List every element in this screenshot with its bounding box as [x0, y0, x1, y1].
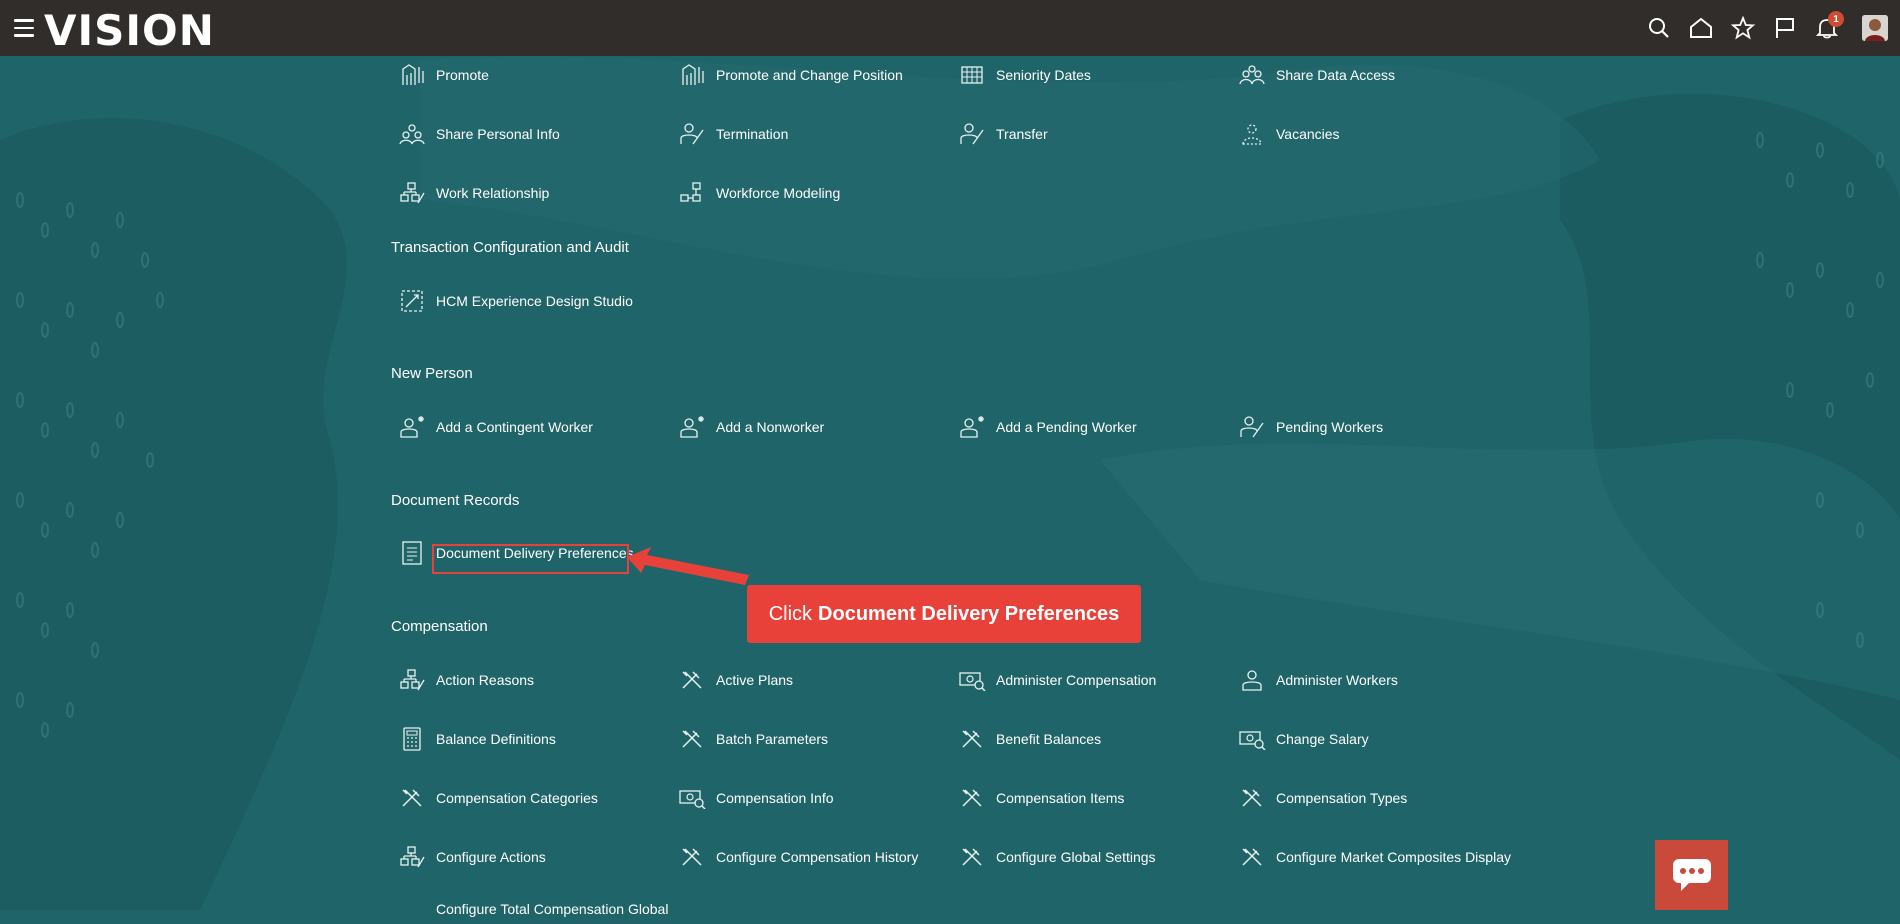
task-add-contingent-worker[interactable]: Add a Contingent Worker: [398, 412, 593, 442]
calculator-icon: [398, 725, 426, 753]
task-share-personal-info[interactable]: Share Personal Info: [398, 119, 560, 149]
user-avatar[interactable]: [1862, 15, 1888, 41]
top-navigation-bar: VISION 1: [0, 0, 1900, 56]
tools-icon: [678, 725, 706, 753]
callout-prefix: Click: [768, 602, 813, 625]
vision-logo[interactable]: VISION: [44, 6, 215, 55]
task-compensation-info[interactable]: Compensation Info: [678, 783, 834, 813]
task-configure-actions[interactable]: Configure Actions: [398, 842, 546, 872]
tools-icon: [1238, 843, 1266, 871]
design-studio-icon: [398, 287, 426, 315]
add-person-icon: [678, 413, 706, 441]
task-configure-compensation-history[interactable]: Configure Compensation History: [678, 842, 918, 872]
add-person-icon: [398, 413, 426, 441]
org-chart-edit-icon: [398, 179, 426, 207]
callout-target: Document Delivery Preferences: [818, 602, 1120, 625]
task-balance-definitions[interactable]: Balance Definitions: [398, 724, 556, 754]
tools-icon: [678, 666, 706, 694]
task-vacancies[interactable]: Vacancies: [1238, 119, 1340, 149]
tools-icon: [398, 895, 426, 923]
person-edit-icon: [1238, 413, 1266, 441]
task-configure-market-composites-display[interactable]: Configure Market Composites Display: [1238, 842, 1511, 872]
money-search-icon: [1238, 725, 1266, 753]
task-administer-workers[interactable]: Administer Workers: [1238, 665, 1398, 695]
task-action-reasons[interactable]: Action Reasons: [398, 665, 534, 695]
task-configure-total-compensation-global[interactable]: Configure Total Compensation Global: [398, 894, 668, 924]
task-pending-workers[interactable]: Pending Workers: [1238, 412, 1383, 442]
tools-icon: [958, 784, 986, 812]
section-title-compensation: Compensation: [391, 618, 488, 635]
task-work-relationship[interactable]: Work Relationship: [398, 178, 549, 208]
tools-icon: [398, 784, 426, 812]
task-termination[interactable]: Termination: [678, 119, 788, 149]
person-chart-icon: [398, 61, 426, 89]
add-person-icon: [958, 413, 986, 441]
org-chart-edit-icon: [398, 843, 426, 871]
person-chart-icon: [678, 61, 706, 89]
org-chart-icon: [678, 179, 706, 207]
section-title-transaction-configuration: Transaction Configuration and Audit: [391, 239, 629, 256]
section-title-new-person: New Person: [391, 365, 473, 382]
task-add-nonworker[interactable]: Add a Nonworker: [678, 412, 824, 442]
global-header-icons: 1: [1646, 0, 1888, 56]
section-title-document-records: Document Records: [391, 492, 520, 509]
tasks-content-area: Promote Promote and Change Position Seni…: [0, 56, 1900, 917]
task-active-plans[interactable]: Active Plans: [678, 665, 793, 695]
task-benefit-balances[interactable]: Benefit Balances: [958, 724, 1101, 754]
person-edit-icon: [958, 120, 986, 148]
tools-icon: [678, 843, 706, 871]
task-batch-parameters[interactable]: Batch Parameters: [678, 724, 828, 754]
notification-count-badge: 1: [1828, 11, 1844, 27]
person-outline-icon: [1238, 666, 1266, 694]
tools-icon: [1238, 784, 1266, 812]
tools-icon: [958, 843, 986, 871]
task-hcm-experience-design-studio[interactable]: HCM Experience Design Studio: [398, 286, 633, 316]
tools-icon: [958, 725, 986, 753]
person-outline-icon: [1238, 120, 1266, 148]
task-add-pending-worker[interactable]: Add a Pending Worker: [958, 412, 1137, 442]
calendar-grid-icon: [958, 61, 986, 89]
task-share-data-access[interactable]: Share Data Access: [1238, 60, 1395, 90]
people-share-icon: [398, 120, 426, 148]
favorites-star-icon[interactable]: [1730, 15, 1756, 41]
task-compensation-categories[interactable]: Compensation Categories: [398, 783, 598, 813]
chat-button[interactable]: [1655, 840, 1728, 910]
notifications-bell-icon[interactable]: 1: [1814, 11, 1844, 41]
task-promote-and-change-position[interactable]: Promote and Change Position: [678, 60, 903, 90]
people-share-icon: [1238, 61, 1266, 89]
instruction-callout: Click Document Delivery Preferences: [747, 585, 1141, 643]
task-seniority-dates[interactable]: Seniority Dates: [958, 60, 1091, 90]
search-icon[interactable]: [1646, 15, 1672, 41]
person-edit-icon: [678, 120, 706, 148]
org-chart-edit-icon: [398, 666, 426, 694]
task-compensation-types[interactable]: Compensation Types: [1238, 783, 1407, 813]
money-search-icon: [678, 784, 706, 812]
task-promote[interactable]: Promote: [398, 60, 489, 90]
task-change-salary[interactable]: Change Salary: [1238, 724, 1369, 754]
task-administer-compensation[interactable]: Administer Compensation: [958, 665, 1156, 695]
document-icon: [398, 539, 426, 567]
task-workforce-modeling[interactable]: Workforce Modeling: [678, 178, 840, 208]
money-search-icon: [958, 666, 986, 694]
callout-arrow-icon: [627, 547, 749, 585]
home-icon[interactable]: [1688, 15, 1714, 41]
hamburger-menu-icon[interactable]: [14, 19, 34, 37]
flag-icon[interactable]: [1772, 15, 1798, 41]
highlight-document-delivery-preferences: [432, 544, 629, 574]
task-configure-global-settings[interactable]: Configure Global Settings: [958, 842, 1156, 872]
task-compensation-items[interactable]: Compensation Items: [958, 783, 1124, 813]
task-transfer[interactable]: Transfer: [958, 119, 1048, 149]
chat-bubble-icon: [1672, 859, 1711, 891]
